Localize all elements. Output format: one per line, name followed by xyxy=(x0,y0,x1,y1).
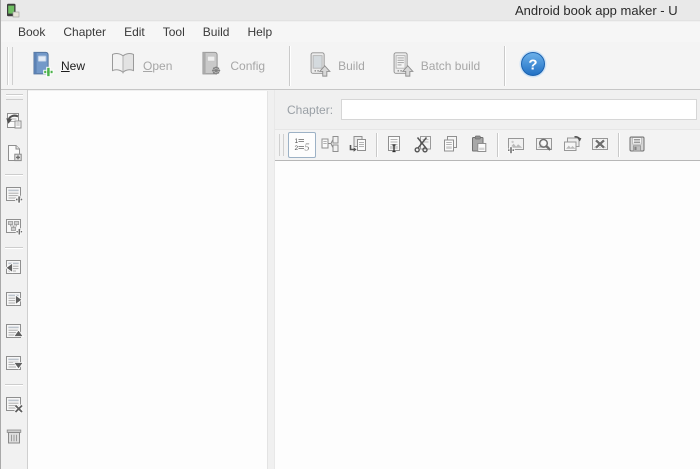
paste-icon xyxy=(469,134,489,157)
menu-tool[interactable]: Tool xyxy=(154,22,194,42)
paste-button[interactable] xyxy=(465,132,493,158)
main-toolbar: New Open Config Build Batch build ? xyxy=(1,42,700,90)
replace-image-button[interactable] xyxy=(558,132,586,158)
chapter-tools-rail xyxy=(1,90,28,469)
help-button[interactable]: ? xyxy=(517,48,549,83)
svg-text:5: 5 xyxy=(305,142,310,153)
new-book-icon xyxy=(26,49,56,82)
clear-chapters-icon xyxy=(4,426,24,449)
add-chapter-button[interactable] xyxy=(2,183,26,207)
move-chapter-right-icon xyxy=(4,289,24,312)
add-chapter-icon xyxy=(4,184,24,207)
app-icon[interactable] xyxy=(5,3,20,18)
open-book-icon xyxy=(108,49,138,82)
cut-icon xyxy=(413,134,433,157)
menu-edit[interactable]: Edit xyxy=(115,22,154,42)
build-button-label: Build xyxy=(338,58,365,73)
new-button[interactable]: New xyxy=(19,44,92,87)
title-bar: Android book app maker - U xyxy=(1,0,700,21)
chapter-numbering-button[interactable]: 1 2 5 xyxy=(288,132,316,158)
cut-button[interactable] xyxy=(409,132,437,158)
menu-help[interactable]: Help xyxy=(238,22,281,42)
chapter-content-editor[interactable] xyxy=(275,161,700,469)
editor-toolbar: 1 2 5 xyxy=(275,130,700,161)
app-window: Android book app maker - U Book Chapter … xyxy=(0,0,700,469)
copy-icon xyxy=(441,134,461,157)
move-chapter-left-button[interactable] xyxy=(2,256,26,280)
split-chapter-button[interactable] xyxy=(316,132,344,158)
move-chapter-down-button[interactable] xyxy=(2,352,26,376)
toolbar-separator xyxy=(504,45,506,86)
copy-button[interactable] xyxy=(437,132,465,158)
delete-image-icon xyxy=(590,134,610,157)
rail-separator xyxy=(5,247,23,248)
move-chapter-right-button[interactable] xyxy=(2,288,26,312)
insert-image-icon xyxy=(506,134,526,157)
move-chapter-down-icon xyxy=(4,353,24,376)
save-button[interactable] xyxy=(623,132,651,158)
save-icon xyxy=(627,134,647,157)
merge-chapters-button[interactable] xyxy=(344,132,372,158)
editor-toolbar-separator xyxy=(497,133,498,157)
merge-chapters-icon xyxy=(348,134,368,157)
menu-bar: Book Chapter Edit Tool Build Help xyxy=(1,22,700,42)
delete-image-button[interactable] xyxy=(586,132,614,158)
build-phone-icon xyxy=(305,50,333,81)
delete-chapter-icon xyxy=(4,394,24,417)
insert-text-button[interactable] xyxy=(381,132,409,158)
config-button-label: Config xyxy=(230,58,266,73)
svg-text:?: ? xyxy=(529,57,538,74)
batch-build-button[interactable]: Batch build xyxy=(381,45,487,86)
config-book-icon xyxy=(195,49,225,82)
toolbar-separator xyxy=(289,45,291,86)
import-chapter-icon xyxy=(4,111,24,134)
add-subchapter-icon xyxy=(4,216,24,239)
insert-image-button[interactable] xyxy=(502,132,530,158)
add-file-button[interactable] xyxy=(2,142,26,166)
batch-build-phone-icon xyxy=(388,50,416,81)
editor-pane: Chapter: 1 2 5 xyxy=(275,90,700,469)
chapter-tree-panel[interactable] xyxy=(28,91,268,469)
insert-text-icon xyxy=(385,134,405,157)
open-button[interactable]: Open xyxy=(101,44,179,87)
open-button-label: Open xyxy=(143,58,173,73)
move-chapter-up-icon xyxy=(4,321,24,344)
workspace: Chapter: 1 2 5 xyxy=(1,90,700,469)
menu-book[interactable]: Book xyxy=(9,22,54,42)
svg-text:1: 1 xyxy=(295,138,299,145)
toolbar-grip[interactable] xyxy=(7,46,13,85)
rail-separator xyxy=(5,384,23,385)
config-button[interactable]: Config xyxy=(188,44,272,87)
editor-toolbar-grip[interactable] xyxy=(279,134,284,156)
editor-toolbar-separator xyxy=(376,133,377,157)
import-chapter-button[interactable] xyxy=(2,110,26,134)
replace-image-icon xyxy=(562,134,582,157)
chapter-label: Chapter: xyxy=(287,102,334,117)
batch-build-button-label: Batch build xyxy=(420,58,481,73)
menu-build[interactable]: Build xyxy=(194,22,239,42)
clear-chapters-button[interactable] xyxy=(2,425,26,449)
menu-chapter[interactable]: Chapter xyxy=(54,22,115,42)
help-circle-icon: ? xyxy=(517,48,549,83)
preview-image-icon xyxy=(534,134,554,157)
chapter-title-input[interactable] xyxy=(341,99,697,120)
svg-text:2: 2 xyxy=(295,145,299,152)
rail-separator xyxy=(5,174,23,175)
chapter-numbering-icon: 1 2 5 xyxy=(292,134,312,157)
add-subchapter-button[interactable] xyxy=(2,215,26,239)
move-chapter-up-button[interactable] xyxy=(2,320,26,344)
rail-grip[interactable] xyxy=(5,94,23,100)
new-button-label: New xyxy=(61,58,86,73)
chapter-bar: Chapter: xyxy=(275,90,700,130)
panel-splitter[interactable] xyxy=(268,90,275,469)
delete-chapter-button[interactable] xyxy=(2,393,26,417)
build-button[interactable]: Build xyxy=(298,45,372,86)
move-chapter-left-icon xyxy=(4,257,24,280)
add-file-icon xyxy=(4,143,24,166)
split-chapter-icon xyxy=(320,134,340,157)
window-title: Android book app maker - U xyxy=(515,3,678,18)
preview-image-button[interactable] xyxy=(530,132,558,158)
editor-toolbar-separator xyxy=(618,133,619,157)
